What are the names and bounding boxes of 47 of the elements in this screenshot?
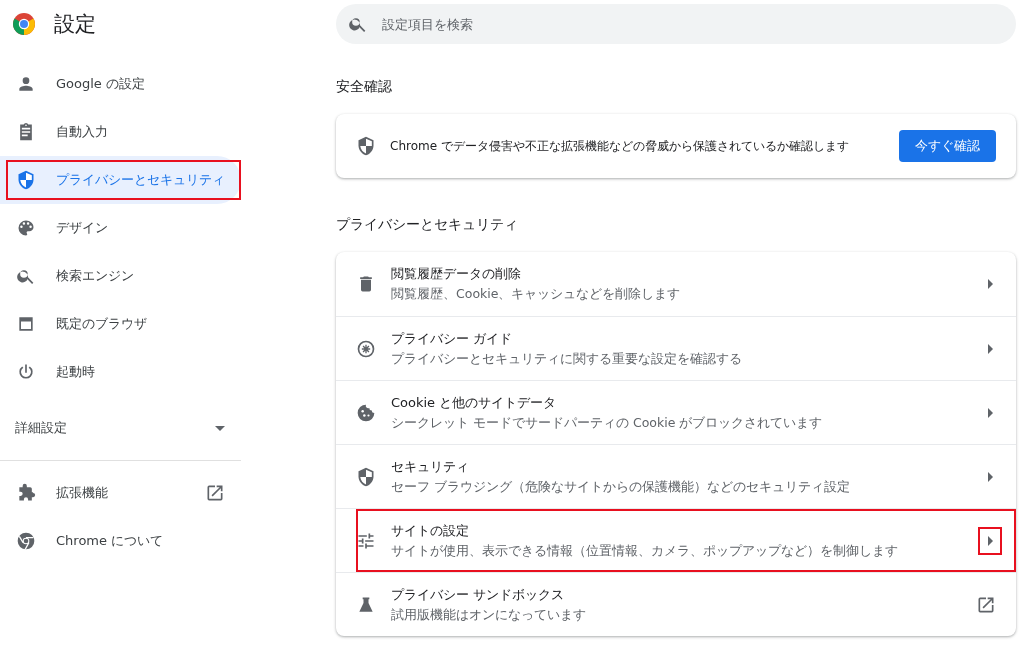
sidebar-item[interactable]: Chrome について <box>0 517 241 565</box>
arrow-icon <box>987 471 993 482</box>
compass-icon <box>356 338 376 359</box>
shield-icon <box>356 466 376 487</box>
sidebar-item[interactable]: 検索エンジン <box>0 252 241 300</box>
sidebar-item[interactable]: 自動入力 <box>0 108 241 156</box>
external-link-icon <box>205 483 225 503</box>
browser-window-icon <box>16 314 36 334</box>
sidebar-item[interactable]: Google の設定 <box>0 60 241 108</box>
arrow-icon <box>987 535 993 546</box>
person-icon <box>16 74 36 94</box>
shield-icon <box>356 136 376 156</box>
sidebar-item[interactable]: 拡張機能 <box>0 469 241 517</box>
shield-icon <box>16 170 36 190</box>
power-icon <box>16 362 36 382</box>
row-title[interactable]: プライバシー ガイド <box>391 329 963 348</box>
safety-check-text: Chrome でデータ侵害や不正な拡張機能などの脅威から保護されているか確認します <box>390 137 850 155</box>
row-description: サイトが使用、表示できる情報（位置情報、カメラ、ポップアップなど）を制御します <box>391 542 899 560</box>
cookie-icon <box>356 402 376 423</box>
palette-icon <box>16 218 36 238</box>
arrow-icon <box>987 343 993 354</box>
caret-icon <box>215 425 225 431</box>
arrow-icon <box>987 279 993 289</box>
row-title[interactable]: セキュリティ <box>391 457 963 476</box>
row-title[interactable]: サイトの設定 <box>391 521 963 540</box>
section-heading: 安全確認 <box>336 78 393 96</box>
section-heading: プライバシーとセキュリティ <box>336 216 519 234</box>
advanced-toggle[interactable]: 詳細設定 <box>0 404 245 452</box>
row-description: シークレット モードでサードパーティの Cookie がブロックされています <box>391 414 824 432</box>
arrow-icon <box>987 407 993 418</box>
sidebar-item[interactable]: デザイン <box>0 204 241 252</box>
row-title[interactable]: プライバシー サンドボックス <box>391 585 961 604</box>
row-title[interactable]: 閲覧履歴データの削除 <box>391 265 963 283</box>
chrome-logo-icon <box>12 12 36 36</box>
search-field[interactable]: 設定項目を検索 <box>336 4 1016 44</box>
sidebar-item[interactable]: 起動時 <box>0 348 241 396</box>
sidebar-item[interactable]: プライバシーとセキュリティ <box>0 156 241 204</box>
chrome-logo-icon <box>16 531 36 551</box>
row-title[interactable]: Cookie と他のサイトデータ <box>391 393 963 412</box>
check-now-button[interactable]: 今すぐ確認 <box>899 130 996 162</box>
sidebar-item[interactable]: 既定のブラウザ <box>0 300 241 348</box>
puzzle-icon <box>16 483 36 503</box>
page-title: 設定 <box>54 11 96 38</box>
row-description: プライバシーとセキュリティに関する重要な設定を確認する <box>391 350 743 368</box>
row-description: 閲覧履歴、Cookie、キャッシュなどを削除します <box>391 286 682 303</box>
row-description: セーフ ブラウジング（危険なサイトからの保護機能）などのセキュリティ設定 <box>391 478 851 496</box>
row-description: 試用版機能はオンになっています <box>391 606 587 624</box>
